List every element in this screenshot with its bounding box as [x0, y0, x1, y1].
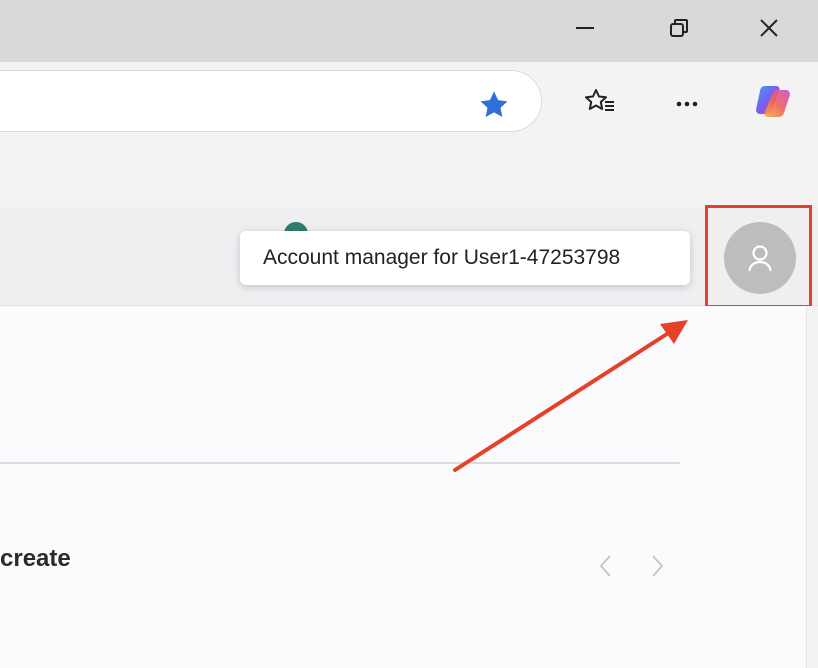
chevron-left-icon [599, 555, 611, 577]
chevron-right-icon [652, 555, 664, 577]
scrollbar-track[interactable] [806, 306, 818, 668]
settings-and-more-button[interactable] [665, 80, 709, 124]
restore-icon [670, 19, 688, 37]
previous-button[interactable] [590, 550, 622, 582]
next-button[interactable] [641, 550, 673, 582]
toolbar-lower-area [0, 148, 818, 208]
more-icon [676, 101, 698, 107]
add-favorite-button[interactable] [475, 86, 513, 124]
minimize-icon [576, 27, 594, 29]
section-title: create [0, 545, 71, 572]
favorites-button[interactable] [578, 80, 622, 124]
address-bar[interactable] [0, 70, 542, 132]
restore-button[interactable] [657, 8, 701, 48]
copilot-button[interactable] [750, 80, 794, 124]
account-manager-button[interactable] [724, 222, 796, 294]
page-content [0, 306, 806, 668]
minimize-button[interactable] [563, 8, 607, 48]
divider [0, 462, 680, 464]
tooltip-text: Account manager for User1-47253798 [263, 246, 621, 269]
copilot-icon [756, 86, 790, 117]
account-manager-tooltip: Account manager for User1-47253798 [240, 231, 690, 285]
person-icon [748, 245, 772, 272]
close-button[interactable] [747, 8, 791, 48]
favorites-icon [585, 89, 614, 111]
star-icon [480, 91, 508, 118]
close-icon [760, 19, 778, 37]
title-bar [0, 0, 818, 62]
